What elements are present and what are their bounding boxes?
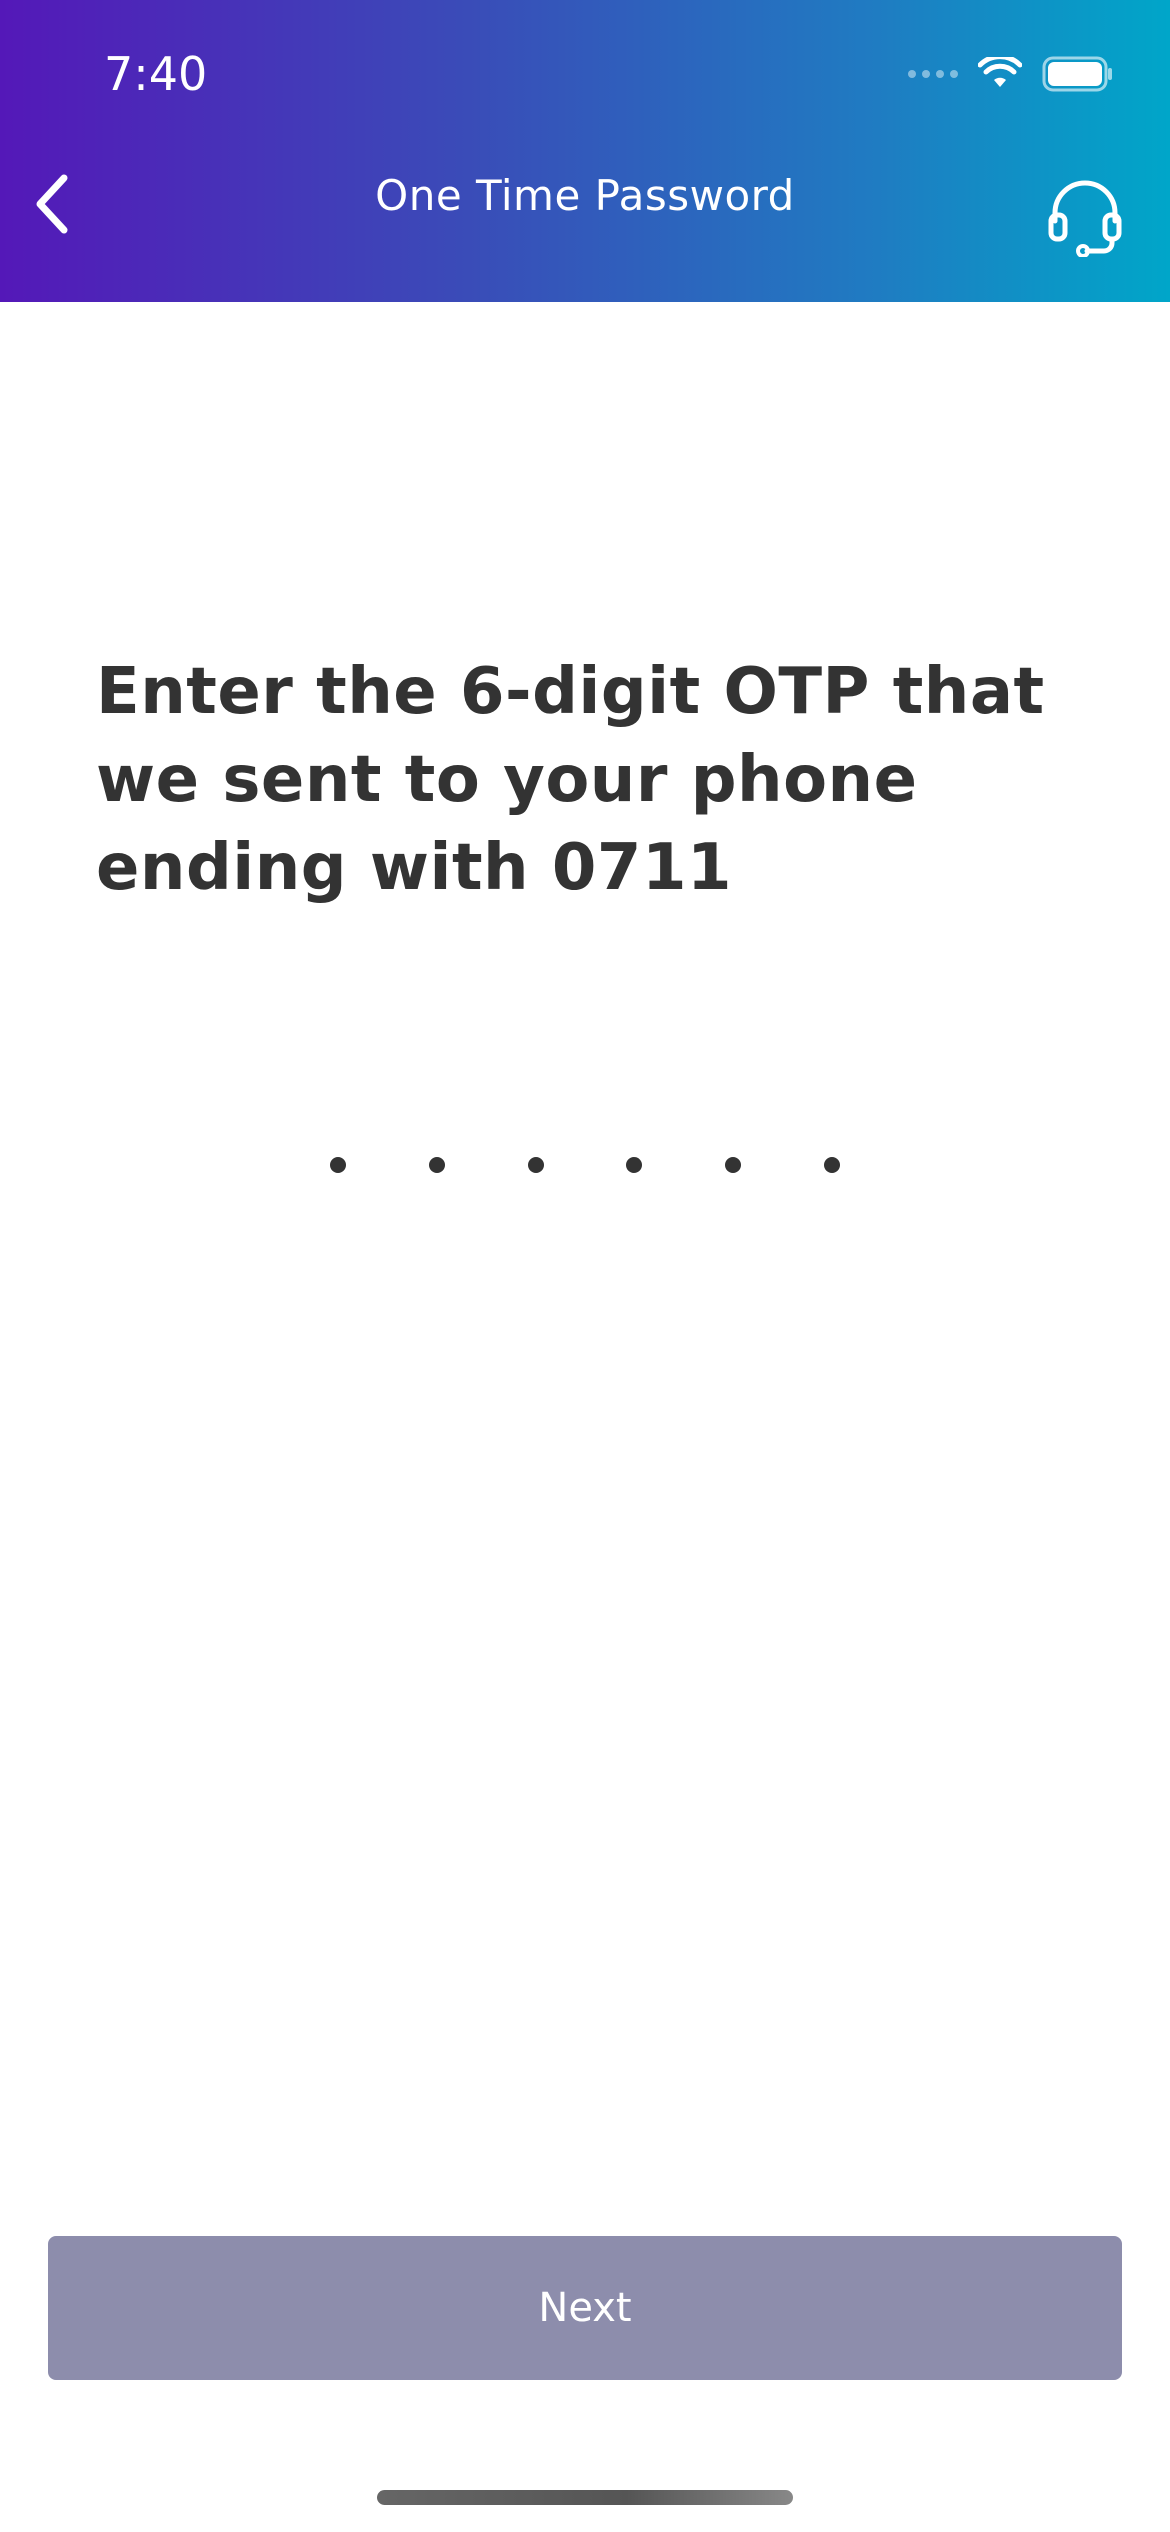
otp-digit-placeholder xyxy=(725,1157,742,1173)
otp-digit-placeholder xyxy=(527,1157,544,1173)
headset-icon xyxy=(1048,180,1122,257)
otp-digit-placeholder xyxy=(626,1157,643,1173)
status-time: 7:40 xyxy=(104,47,208,101)
otp-digit-placeholder xyxy=(428,1157,445,1173)
otp-instructions: Enter the 6-digit OTP that we sent to yo… xyxy=(96,655,1045,905)
header-bar: 7:40 One Time Password xyxy=(0,0,1170,302)
next-button[interactable]: Next xyxy=(48,2236,1122,2380)
page-title: One Time Password xyxy=(375,171,795,220)
battery-icon xyxy=(1042,56,1112,92)
wifi-icon xyxy=(978,57,1022,87)
support-button[interactable] xyxy=(1030,162,1140,272)
otp-digit-placeholder xyxy=(823,1157,840,1173)
status-icons xyxy=(908,52,1114,96)
otp-digit-placeholder xyxy=(330,1157,346,1173)
cellular-signal-icon xyxy=(908,70,958,78)
home-indicator[interactable] xyxy=(377,2490,793,2505)
otp-input[interactable] xyxy=(330,1140,840,1190)
otp-screen: 7:40 One Time Password Enter the 6-digit… xyxy=(0,0,1170,2532)
